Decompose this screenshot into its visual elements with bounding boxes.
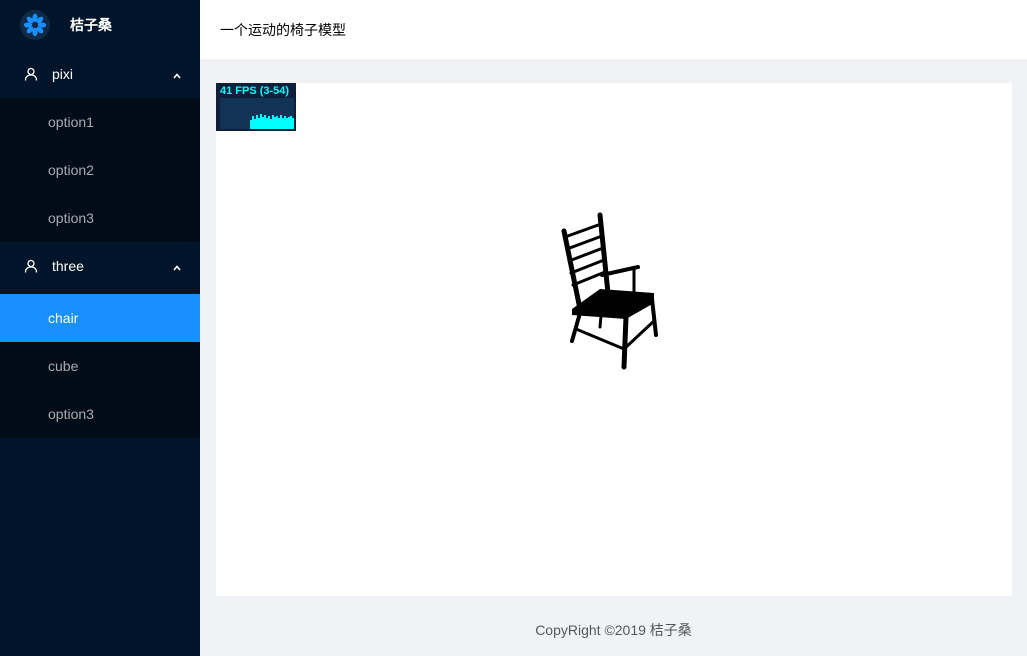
submenu-pixi[interactable]: pixi [0,50,200,98]
submenu-three-items: chair cube option3 [0,294,200,438]
fps-stats-panel[interactable]: 41 FPS (3-54) [216,83,296,131]
three-canvas[interactable]: 41 FPS (3-54) [216,83,1012,596]
submenu-three-label: three [52,258,84,274]
menu-item-cube[interactable]: cube [0,342,200,390]
footer: CopyRight ©2019 桔子桑 [200,604,1027,656]
menu-item-option3[interactable]: option3 [0,390,200,438]
copyright-text: CopyRight ©2019 桔子桑 [535,622,692,638]
menu-item-option1[interactable]: option1 [0,98,200,146]
menu-item-option2[interactable]: option2 [0,146,200,194]
fps-graph [220,98,294,129]
page-header: 一个运动的椅子模型 [200,0,1027,59]
submenu-three[interactable]: three [0,242,200,290]
chevron-up-icon [172,68,182,79]
user-icon [24,259,38,273]
chair-model [561,212,658,370]
page-title: 一个运动的椅子模型 [220,21,346,38]
app-name: 桔子桑 [70,17,112,33]
menu-item-chair[interactable]: chair [0,294,200,342]
submenu-pixi-items: option1 option2 option3 [0,98,200,242]
sidebar: 桔子桑 pixi option1 option2 option3 three c… [0,0,200,656]
flower-logo-icon [20,10,50,40]
user-icon [24,67,38,81]
submenu-pixi-label: pixi [52,66,74,82]
fps-readout: 41 FPS (3-54) [220,85,290,97]
menu-item-option3[interactable]: option3 [0,194,200,242]
logo[interactable]: 桔子桑 [0,0,200,50]
chevron-up-icon [172,260,182,271]
